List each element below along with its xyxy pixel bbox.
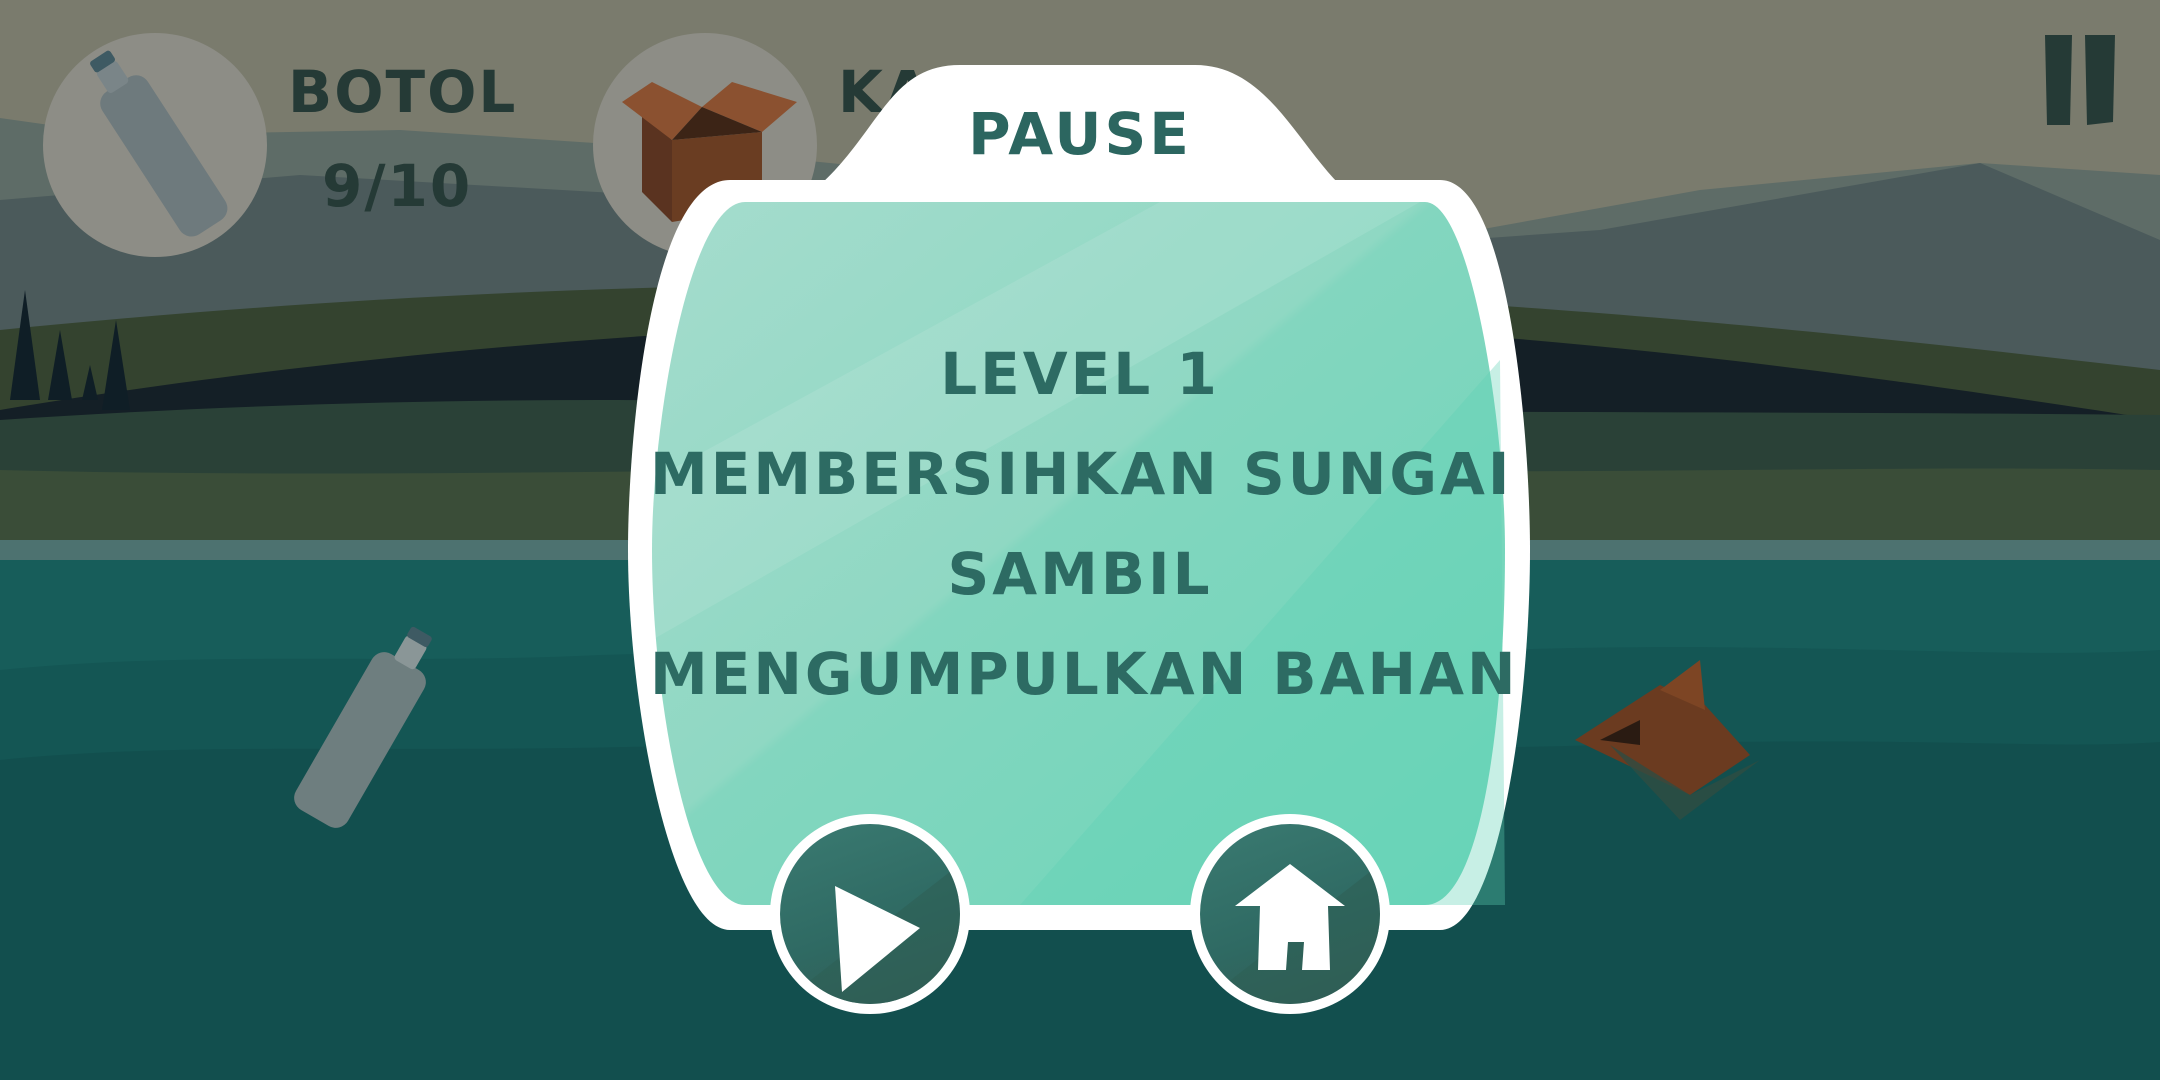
pause-title: PAUSE bbox=[968, 100, 1192, 168]
home-icon bbox=[1200, 864, 1380, 1004]
level-title: LEVEL 1 bbox=[940, 340, 1220, 408]
home-button-face bbox=[1200, 824, 1380, 1004]
play-icon bbox=[780, 864, 960, 1004]
home-button[interactable] bbox=[1190, 814, 1390, 1014]
objective-line-1: MEMBERSIHKAN SUNGAI bbox=[650, 440, 1513, 508]
resume-button-face bbox=[780, 824, 960, 1004]
resume-button[interactable] bbox=[770, 814, 970, 1014]
objective-line-3: MENGUMPULKAN BAHAN bbox=[650, 640, 1519, 708]
objective-line-2: SAMBIL bbox=[947, 540, 1213, 608]
